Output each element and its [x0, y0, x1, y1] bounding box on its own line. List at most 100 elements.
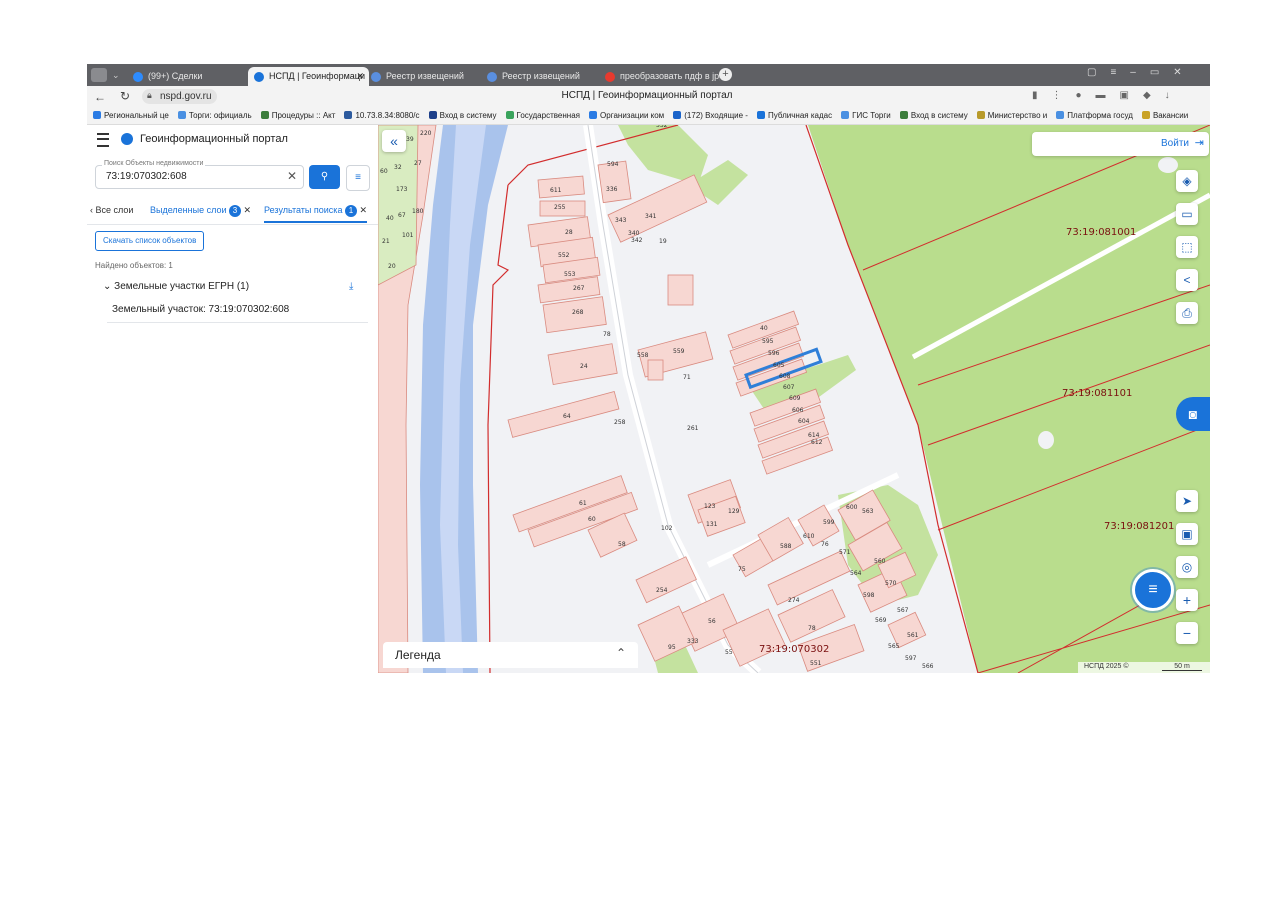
- search-input[interactable]: 73:19:070302:608: [106, 171, 187, 182]
- back-icon[interactable]: ←: [94, 90, 106, 104]
- tab-all-layers[interactable]: ‹ Все слои: [90, 205, 133, 215]
- tab-search-results[interactable]: Результаты поиска 1 ✕: [264, 205, 368, 223]
- svg-text:565: 565: [888, 643, 900, 650]
- svg-text:600: 600: [846, 504, 858, 511]
- bookmark-item[interactable]: Организации ком: [589, 108, 664, 124]
- group-header[interactable]: ⌄ Земельные участки ЕГРН (1): [103, 281, 249, 292]
- close-tab-icon[interactable]: ✕: [356, 67, 364, 86]
- svg-text:58: 58: [618, 541, 626, 548]
- svg-text:611: 611: [550, 187, 562, 194]
- map-view[interactable]: 73:19:081001 73:19:081101 73:19:081201 7…: [378, 125, 1210, 673]
- legend-panel[interactable]: Легенда ⌃: [383, 642, 638, 668]
- tab-favicon-icon: [133, 71, 143, 82]
- svg-text:612: 612: [811, 439, 823, 446]
- locate-button[interactable]: ➤: [1176, 490, 1198, 512]
- bookmark-item[interactable]: Государственная: [505, 108, 580, 124]
- minus-icon: −: [1182, 625, 1192, 641]
- filter-button[interactable]: ≡: [346, 165, 370, 191]
- svg-text:559: 559: [673, 348, 685, 355]
- tab-deals[interactable]: (99+) Сделки: [133, 67, 243, 86]
- bookmark-item[interactable]: ГИС Торги: [841, 108, 891, 124]
- portal-logo-icon: [121, 133, 133, 145]
- chat-side-button[interactable]: ◙: [1176, 397, 1210, 431]
- result-item[interactable]: Земельный участок: 73:19:070302:608: [107, 298, 368, 323]
- tab-registry-2[interactable]: Реестр извещений: [487, 67, 597, 86]
- svg-text:558: 558: [637, 352, 649, 359]
- svg-text:78: 78: [603, 331, 611, 338]
- bookmark-item[interactable]: Платформа госуд: [1056, 108, 1133, 124]
- layers-icon: ◈: [1182, 174, 1192, 188]
- search-icon: ⚲: [320, 171, 329, 182]
- svg-text:563: 563: [862, 508, 874, 515]
- download-list-button[interactable]: Скачать список объектов: [95, 231, 205, 251]
- area-select-button[interactable]: ⬚: [1176, 236, 1198, 258]
- bookmark-item[interactable]: (172) Входящие -: [673, 108, 748, 124]
- svg-text:24: 24: [580, 363, 588, 370]
- url-field[interactable]: 🔒︎ nspd.gov.ru: [142, 89, 217, 104]
- zoom-in-button[interactable]: +: [1176, 589, 1198, 611]
- tab-favicon-icon: [487, 71, 497, 82]
- bookmark-item[interactable]: Министерство и: [976, 108, 1047, 124]
- svg-text:566: 566: [922, 663, 934, 670]
- tab-favicon-icon: [371, 71, 381, 82]
- tab-favicon-icon: [605, 71, 615, 82]
- bookmark-item[interactable]: Вход в систему: [899, 108, 968, 124]
- svg-text:340: 340: [628, 230, 640, 237]
- bookmark-item[interactable]: Вакансии: [1141, 108, 1188, 124]
- bookmark-item[interactable]: Региональный це: [93, 108, 169, 124]
- svg-text:609: 609: [789, 395, 801, 402]
- search-button[interactable]: ⚲: [309, 165, 340, 189]
- scale-bar: 50 m: [1162, 663, 1202, 671]
- svg-text:595: 595: [762, 338, 774, 345]
- svg-text:95: 95: [668, 644, 676, 651]
- svg-text:599: 599: [823, 519, 835, 526]
- search-field[interactable]: Поиск Объекты недвижимости 73:19:070302:…: [95, 160, 304, 189]
- bookmark-item[interactable]: Процедуры :: Акт: [260, 108, 335, 124]
- collapse-panel-button[interactable]: «: [382, 130, 406, 152]
- new-tab-icon[interactable]: +: [719, 68, 732, 81]
- bookmark-item[interactable]: 10.73.8.34:8080/c: [344, 108, 420, 124]
- close-icon: ✕: [359, 205, 368, 215]
- clearing: [1038, 431, 1054, 449]
- clear-search-icon[interactable]: ✕: [287, 169, 297, 183]
- double-chevron-left-icon: «: [390, 133, 398, 149]
- svg-text:596: 596: [768, 350, 780, 357]
- zoom-out-button[interactable]: −: [1176, 622, 1198, 644]
- bookmark-item[interactable]: Публичная кадас: [757, 108, 832, 124]
- svg-text:343: 343: [615, 217, 627, 224]
- svg-text:610: 610: [803, 533, 815, 540]
- svg-text:268: 268: [572, 309, 584, 316]
- svg-text:20: 20: [388, 263, 396, 270]
- browser-toolbar-icons[interactable]: ▮⋮●▬▣◆↓: [1032, 90, 1184, 101]
- download-icon[interactable]: ⤓: [349, 281, 353, 292]
- share-button[interactable]: <: [1176, 269, 1198, 291]
- geolocation-button[interactable]: ◎: [1176, 556, 1198, 578]
- quarter-label: 73:19:081101: [1062, 388, 1132, 399]
- tab-selected-layers[interactable]: Выделенные слои 3 ✕: [150, 205, 251, 217]
- svg-text:76: 76: [821, 541, 829, 548]
- svg-text:560: 560: [874, 558, 886, 565]
- layers-button[interactable]: ◈: [1176, 170, 1198, 192]
- reload-icon[interactable]: ↻: [120, 89, 130, 103]
- tab-nspd[interactable]: НСПД | Геоинформаци ✕: [248, 67, 369, 86]
- bookmark-item[interactable]: Торги: официаль: [177, 108, 252, 124]
- print-button[interactable]: ⎙: [1176, 302, 1198, 324]
- browser-menu-icon[interactable]: [91, 68, 107, 82]
- hamburger-menu-icon[interactable]: [97, 133, 109, 147]
- ruler-button[interactable]: ▭: [1176, 203, 1198, 225]
- tab-registry-1[interactable]: Реестр извещений: [371, 67, 481, 86]
- svg-text:567: 567: [897, 607, 909, 614]
- clearing: [1158, 157, 1178, 173]
- svg-text:336: 336: [606, 186, 618, 193]
- assistant-chat-button[interactable]: ≡: [1132, 569, 1174, 611]
- tab-pdf-convert[interactable]: преобразовать пдф в jpg: [605, 67, 720, 86]
- svg-text:605: 605: [773, 362, 785, 369]
- login-button[interactable]: Войти ⇥: [1032, 132, 1209, 156]
- svg-text:40: 40: [386, 215, 394, 222]
- selected-layers-count-badge: 3: [229, 205, 242, 217]
- bookmark-item[interactable]: Вход в систему: [428, 108, 496, 124]
- window-controls[interactable]: ▢≡–▭✕: [1087, 67, 1196, 78]
- chevron-down-icon[interactable]: ⌄: [112, 68, 126, 82]
- minimap-button[interactable]: ▣: [1176, 523, 1198, 545]
- quarter-label: 73:19:070302: [759, 644, 829, 655]
